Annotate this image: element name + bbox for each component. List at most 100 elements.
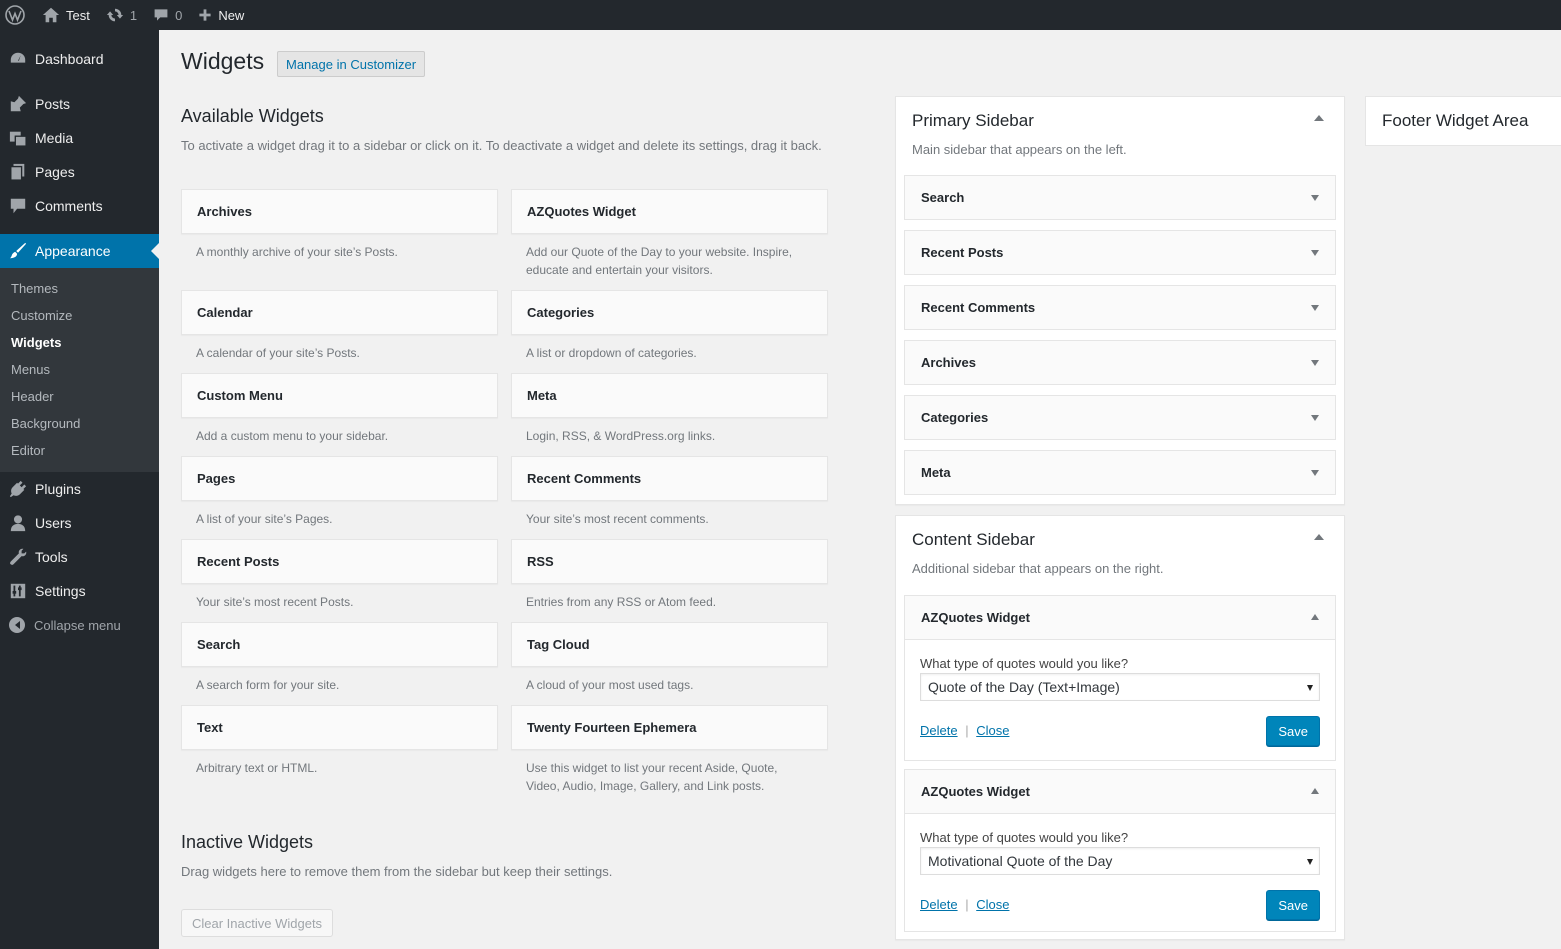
widget-description: Add a custom menu to your sidebar. <box>196 429 389 443</box>
sidebar-widget-expanded: AZQuotes Widget What type of quotes woul… <box>904 595 1336 761</box>
comments-link[interactable]: 0 <box>145 0 190 30</box>
widget-title[interactable]: Search <box>181 622 498 667</box>
close-link[interactable]: Close <box>976 897 1009 912</box>
available-widget[interactable]: AZQuotes Widget Add our Quote of the Day… <box>511 189 828 279</box>
widget-description: A list of your site’s Pages. <box>196 512 333 526</box>
submenu-menus[interactable]: Menus <box>0 356 159 383</box>
widget-title[interactable]: Archives <box>181 189 498 234</box>
collapse-sidebar-icon[interactable] <box>1314 115 1324 121</box>
widget-title: Meta <box>921 465 951 480</box>
available-widget[interactable]: Recent Posts Your site’s most recent Pos… <box>181 539 498 611</box>
menu-posts[interactable]: Posts <box>0 87 159 121</box>
expand-arrow-icon[interactable] <box>1311 195 1319 201</box>
widget-title[interactable]: Custom Menu <box>181 373 498 418</box>
wordpress-logo-icon[interactable] <box>2 0 34 30</box>
menu-dashboard[interactable]: Dashboard <box>0 42 159 76</box>
available-widget[interactable]: Tag Cloud A cloud of your most used tags… <box>511 622 828 694</box>
updates-link[interactable]: 1 <box>98 0 145 30</box>
menu-pages[interactable]: Pages <box>0 155 159 189</box>
collapse-arrow-icon <box>9 617 25 633</box>
widget-title: Recent Comments <box>921 300 1036 315</box>
sidebar-widget[interactable]: Meta <box>904 450 1336 495</box>
media-icon <box>8 128 28 148</box>
submenu-editor[interactable]: Editor <box>0 437 159 464</box>
available-widget[interactable]: Recent Comments Your site’s most recent … <box>511 456 828 528</box>
widget-title[interactable]: Recent Posts <box>181 539 498 584</box>
delete-link[interactable]: Delete <box>920 723 958 738</box>
menu-media[interactable]: Media <box>0 121 159 155</box>
available-widget[interactable]: Custom Menu Add a custom menu to your si… <box>181 373 498 445</box>
widget-title[interactable]: Text <box>181 705 498 750</box>
available-widget[interactable]: Twenty Fourteen Ephemera Use this widget… <box>511 705 828 795</box>
available-widget[interactable]: Search A search form for your site. <box>181 622 498 694</box>
quote-type-label: What type of quotes would you like? <box>920 830 1129 845</box>
save-button[interactable]: Save <box>1266 716 1320 746</box>
widget-description: A search form for your site. <box>196 678 340 692</box>
widget-title[interactable]: AZQuotes Widget <box>511 189 828 234</box>
widget-description: Your site’s most recent comments. <box>526 512 709 526</box>
user-icon <box>8 513 28 533</box>
available-widget[interactable]: Text Arbitrary text or HTML. <box>181 705 498 777</box>
expand-arrow-icon[interactable] <box>1311 415 1319 421</box>
widget-title[interactable]: Twenty Fourteen Ephemera <box>511 705 828 750</box>
widget-title[interactable]: Meta <box>511 373 828 418</box>
expand-arrow-icon[interactable] <box>1311 360 1319 366</box>
menu-tools[interactable]: Tools <box>0 540 159 574</box>
available-widget[interactable]: Archives A monthly archive of your site’… <box>181 189 498 261</box>
delete-link[interactable]: Delete <box>920 897 958 912</box>
available-widget[interactable]: RSS Entries from any RSS or Atom feed. <box>511 539 828 611</box>
close-link[interactable]: Close <box>976 723 1009 738</box>
sidebar-widget[interactable]: Archives <box>904 340 1336 385</box>
widget-title[interactable]: RSS <box>511 539 828 584</box>
menu-users[interactable]: Users <box>0 506 159 540</box>
manage-in-customizer-button[interactable]: Manage in Customizer <box>277 51 426 77</box>
sidebar-title[interactable]: Footer Widget Area <box>1382 111 1528 131</box>
submenu-widgets[interactable]: Widgets <box>0 329 159 356</box>
sidebar-widget[interactable]: Search <box>904 175 1336 220</box>
widget-title[interactable]: Calendar <box>181 290 498 335</box>
sidebar-title[interactable]: Primary Sidebar <box>912 111 1034 131</box>
submenu-customize[interactable]: Customize <box>0 302 159 329</box>
submenu-header[interactable]: Header <box>0 383 159 410</box>
widget-title: Search <box>921 190 965 205</box>
submenu-themes[interactable]: Themes <box>0 275 159 302</box>
pages-icon <box>8 162 28 182</box>
menu-label: Pages <box>35 164 75 180</box>
submenu-background[interactable]: Background <box>0 410 159 437</box>
menu-plugins[interactable]: Plugins <box>0 472 159 506</box>
widget-title[interactable]: Recent Comments <box>511 456 828 501</box>
available-widget[interactable]: Meta Login, RSS, & WordPress.org links. <box>511 373 828 445</box>
widget-description: A calendar of your site’s Posts. <box>196 346 360 360</box>
menu-appearance[interactable]: Appearance <box>0 234 159 268</box>
pushpin-icon <box>8 94 28 114</box>
collapse-sidebar-icon[interactable] <box>1314 534 1324 540</box>
collapse-arrow-icon[interactable] <box>1311 788 1319 794</box>
sidebar-widget[interactable]: Categories <box>904 395 1336 440</box>
new-content-link[interactable]: New <box>190 0 252 30</box>
menu-comments[interactable]: Comments <box>0 189 159 223</box>
expand-arrow-icon[interactable] <box>1311 470 1319 476</box>
available-widget[interactable]: Pages A list of your site’s Pages. <box>181 456 498 528</box>
sidebar-widget[interactable]: Recent Posts <box>904 230 1336 275</box>
available-widget[interactable]: Calendar A calendar of your site’s Posts… <box>181 290 498 362</box>
widget-title[interactable]: Categories <box>511 290 828 335</box>
menu-label: Dashboard <box>35 51 104 67</box>
sidebar-widget[interactable]: Recent Comments <box>904 285 1336 330</box>
widget-title[interactable]: Tag Cloud <box>511 622 828 667</box>
collapse-menu-button[interactable]: Collapse menu <box>0 608 159 642</box>
site-name-link[interactable]: Test <box>34 0 98 30</box>
sidebar-title[interactable]: Content Sidebar <box>912 530 1035 550</box>
widget-description: Your site’s most recent Posts. <box>196 595 354 609</box>
menu-settings[interactable]: Settings <box>0 574 159 608</box>
widget-title[interactable]: Pages <box>181 456 498 501</box>
available-widget[interactable]: Categories A list or dropdown of categor… <box>511 290 828 362</box>
available-widgets-heading: Available Widgets <box>181 106 324 126</box>
expand-arrow-icon[interactable] <box>1311 250 1319 256</box>
quote-type-select[interactable]: Quote of the Day (Text+Image) <box>920 673 1320 701</box>
save-button[interactable]: Save <box>1266 890 1320 920</box>
clear-inactive-widgets-button[interactable]: Clear Inactive Widgets <box>181 909 334 937</box>
expand-arrow-icon[interactable] <box>1311 305 1319 311</box>
collapse-arrow-icon[interactable] <box>1311 614 1319 620</box>
footer-widget-area: Footer Widget Area <box>1365 96 1561 146</box>
quote-type-select[interactable]: Motivational Quote of the Day <box>920 847 1320 875</box>
